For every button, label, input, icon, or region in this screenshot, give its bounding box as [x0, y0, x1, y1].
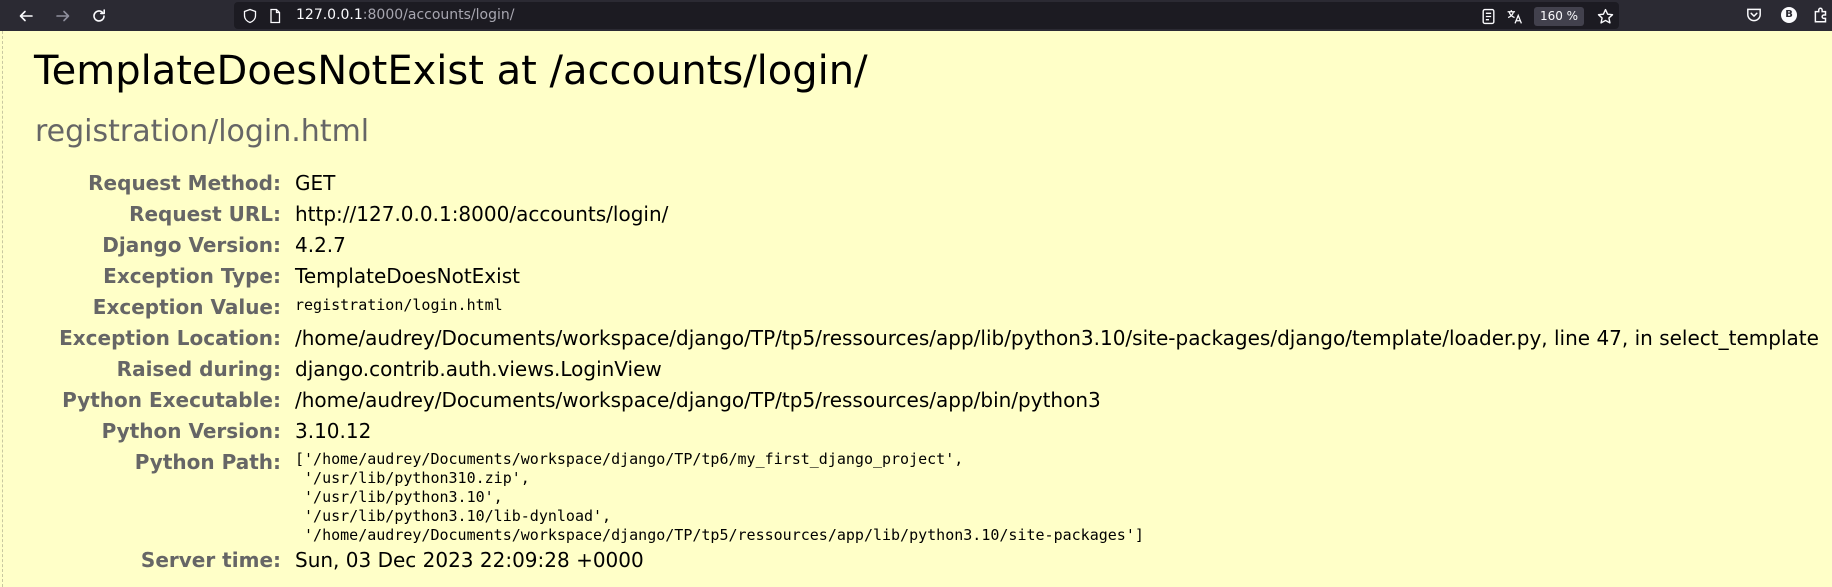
meta-value: /home/audrey/Documents/workspace/django/… [295, 326, 1819, 350]
meta-row-exception-type: Exception Type: TemplateDoesNotExist [10, 261, 1819, 292]
meta-label: Server time: [140, 548, 281, 572]
meta-row-python-version: Python Version: 3.10.12 [10, 416, 1819, 447]
meta-value-cell: registration/login.html [295, 292, 1819, 323]
meta-value: django.contrib.auth.views.LoginView [295, 357, 662, 381]
meta-value: TemplateDoesNotExist [295, 264, 520, 288]
meta-value: 4.2.7 [295, 233, 346, 257]
shield-icon[interactable] [242, 8, 258, 24]
forward-icon [56, 10, 70, 22]
meta-row-raised-during: Raised during: django.contrib.auth.views… [10, 354, 1819, 385]
reader-view-icon[interactable] [1480, 8, 1497, 25]
account-avatar[interactable]: B [1781, 7, 1797, 23]
meta-row-exception-value: Exception Value: registration/login.html [10, 292, 1819, 323]
reload-button[interactable] [86, 3, 112, 29]
url-path: :8000/accounts/login/ [362, 7, 515, 23]
extensions-icon[interactable] [1812, 6, 1830, 24]
meta-label: Raised during: [116, 357, 281, 381]
meta-label: Request Method: [88, 171, 281, 195]
page-border [2, 31, 3, 587]
meta-value: registration/login.html [295, 296, 503, 314]
meta-label: Exception Location: [59, 326, 281, 350]
meta-row-django-version: Django Version: 4.2.7 [10, 230, 1819, 261]
error-subtitle: registration/login.html [35, 114, 370, 149]
meta-value: 3.10.12 [295, 419, 372, 443]
request-meta-table: Request Method: GET Request URL: http://… [10, 168, 1819, 576]
meta-value: GET [295, 171, 336, 195]
meta-row-server-time: Server time: Sun, 03 Dec 2023 22:09:28 +… [10, 545, 1819, 576]
meta-label: Python Path: [134, 450, 281, 474]
meta-label: Python Executable: [62, 388, 281, 412]
meta-label: Request URL: [129, 202, 281, 226]
reload-icon [93, 9, 105, 22]
meta-row-request-url: Request URL: http://127.0.0.1:8000/accou… [10, 199, 1819, 230]
url-bar[interactable]: 127.0.0.1:8000/accounts/login/ 160 % [234, 2, 1619, 29]
meta-row-request-method: Request Method: GET [10, 168, 1819, 199]
meta-label: Django Version: [102, 233, 281, 257]
meta-value: ['/home/audrey/Documents/workspace/djang… [295, 450, 1144, 544]
meta-value: http://127.0.0.1:8000/accounts/login/ [295, 202, 669, 226]
pocket-icon[interactable] [1745, 6, 1763, 24]
meta-label: Python Version: [101, 419, 281, 443]
back-icon [19, 10, 33, 22]
url-host: 127.0.0.1 [296, 7, 363, 23]
meta-label: Exception Value: [92, 295, 281, 319]
error-title: TemplateDoesNotExist at /accounts/login/ [34, 48, 868, 94]
meta-row-exception-location: Exception Location: /home/audrey/Documen… [10, 323, 1819, 354]
meta-row-python-path: Python Path: ['/home/audrey/Documents/wo… [10, 447, 1819, 545]
back-button[interactable] [13, 3, 39, 29]
meta-value: Sun, 03 Dec 2023 22:09:28 +0000 [295, 548, 644, 572]
browser-toolbar: 127.0.0.1:8000/accounts/login/ 160 % B [0, 0, 1832, 31]
meta-value: /home/audrey/Documents/workspace/django/… [295, 388, 1101, 412]
meta-row-python-executable: Python Executable: /home/audrey/Document… [10, 385, 1819, 416]
page-icon[interactable] [267, 8, 283, 24]
zoom-level-button[interactable]: 160 % [1534, 7, 1584, 26]
bookmark-star-icon[interactable] [1597, 8, 1614, 25]
forward-button[interactable] [50, 3, 76, 29]
meta-value-cell: ['/home/audrey/Documents/workspace/djang… [295, 447, 1819, 545]
url-text[interactable]: 127.0.0.1:8000/accounts/login/ [296, 7, 514, 23]
meta-label: Exception Type: [103, 264, 281, 288]
translate-icon[interactable] [1506, 8, 1523, 25]
